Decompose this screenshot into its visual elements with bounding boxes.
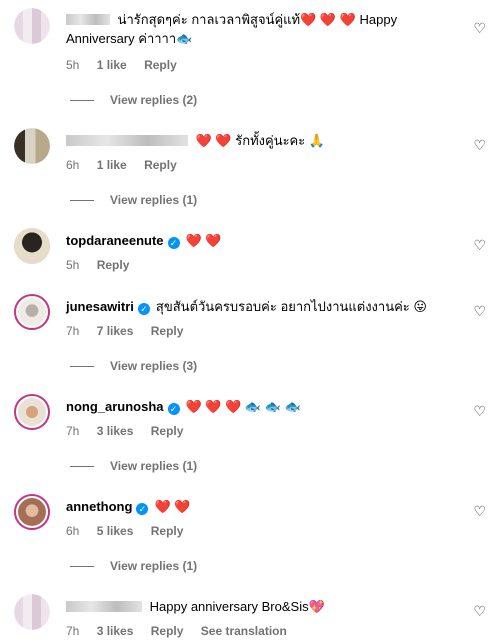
avatar[interactable] (14, 394, 50, 430)
comment-text: ❤️ ❤️ (154, 499, 191, 514)
reply-button[interactable]: Reply (97, 258, 130, 272)
view-replies-button[interactable]: View replies (1) (70, 559, 197, 573)
like-count[interactable]: 1 like (97, 158, 127, 172)
username[interactable]: nong_arunosha (66, 399, 164, 414)
avatar[interactable] (14, 594, 50, 630)
like-heart-icon[interactable]: ♡ (473, 503, 486, 520)
like-heart-icon[interactable]: ♡ (473, 403, 486, 420)
avatar[interactable] (14, 128, 50, 164)
comment-time: 7h (66, 624, 80, 638)
avatar[interactable] (14, 294, 50, 330)
reply-button[interactable]: Reply (151, 424, 184, 438)
username-redacted[interactable] (66, 14, 110, 25)
replies-divider (70, 466, 94, 468)
like-heart-icon[interactable]: ♡ (473, 303, 486, 320)
reply-button[interactable]: Reply (151, 624, 184, 638)
like-count[interactable]: 3 likes (97, 424, 134, 438)
username[interactable]: junesawitri (66, 299, 134, 314)
like-count[interactable]: 7 likes (97, 324, 134, 338)
avatar[interactable] (14, 8, 50, 44)
view-replies-button[interactable]: View replies (3) (70, 359, 197, 373)
verified-badge-icon: ✓ (137, 303, 150, 315)
like-heart-icon[interactable]: ♡ (473, 603, 486, 620)
like-heart-icon[interactable]: ♡ (473, 237, 486, 254)
reply-button[interactable]: Reply (151, 524, 184, 538)
verified-badge-icon: ✓ (136, 503, 149, 515)
like-count[interactable]: 1 like (97, 58, 127, 72)
replies-divider (70, 366, 94, 368)
reply-button[interactable]: Reply (144, 158, 177, 172)
comment-text: ❤️ ❤️ ❤️ 🐟 🐟 🐟 (185, 399, 301, 414)
view-replies-button[interactable]: View replies (1) (70, 459, 197, 473)
username-redacted[interactable] (66, 601, 142, 612)
comment-time: 6h (66, 524, 80, 538)
username[interactable]: annethong (66, 499, 132, 514)
replies-divider (70, 100, 94, 102)
like-count[interactable]: 3 likes (97, 624, 134, 638)
avatar[interactable] (14, 494, 50, 530)
comment-time: 5h (66, 58, 80, 72)
comment-time: 7h (66, 424, 80, 438)
like-count[interactable]: 5 likes (97, 524, 134, 538)
view-replies-button[interactable]: View replies (2) (70, 93, 197, 107)
comment-text: ❤️ ❤️ (185, 233, 222, 248)
comment-time: 6h (66, 158, 80, 172)
comment-time: 7h (66, 324, 80, 338)
verified-badge-icon: ✓ (167, 403, 180, 415)
reply-button[interactable]: Reply (151, 324, 184, 338)
view-replies-button[interactable]: View replies (1) (70, 193, 197, 207)
reply-button[interactable]: Reply (144, 58, 177, 72)
comment-text: น่ารักสุดๆค่ะ กาลเวลาพิสูจน์คู่แท้❤️ ❤️ … (66, 12, 398, 46)
comment-text: สุขสันต์วันครบรอบค่ะ อยากไปงานแต่งงานค่ะ… (155, 299, 427, 314)
like-heart-icon[interactable]: ♡ (473, 137, 486, 154)
like-heart-icon[interactable]: ♡ (473, 20, 486, 37)
see-translation-button[interactable]: See translation (201, 624, 287, 638)
comment-text: Happy anniversary Bro&Sis💖 (149, 599, 325, 614)
comment-text: ❤️ ❤️ รักทั้งคู่นะคะ 🙏 (195, 133, 326, 148)
comment-time: 5h (66, 258, 80, 272)
verified-badge-icon: ✓ (167, 237, 180, 249)
replies-divider (70, 566, 94, 568)
username[interactable]: topdaraneenute (66, 233, 164, 248)
replies-divider (70, 200, 94, 202)
username-redacted[interactable] (66, 135, 188, 146)
avatar[interactable] (14, 228, 50, 264)
